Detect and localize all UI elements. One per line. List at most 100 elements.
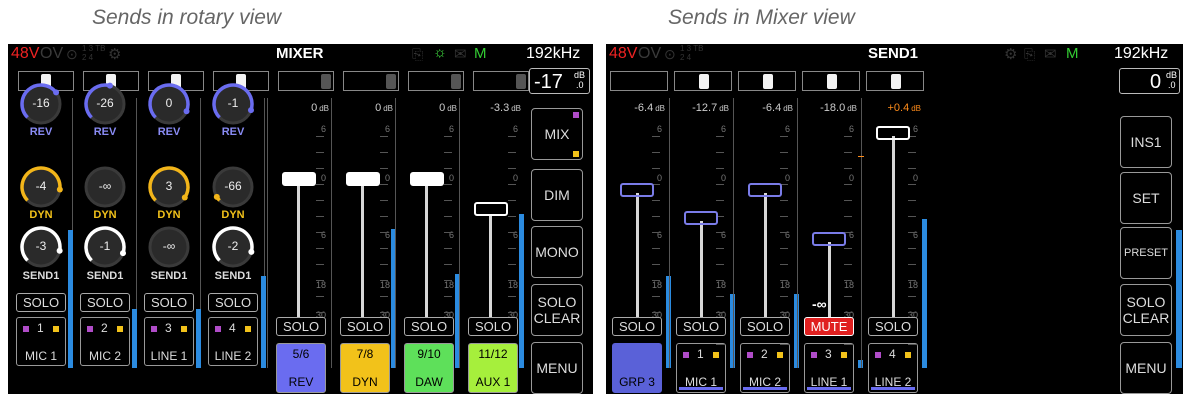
scale-tick — [316, 312, 324, 313]
solo-button-1[interactable]: SOLO — [612, 317, 662, 336]
scale-tick — [908, 184, 916, 185]
scale-tick — [508, 168, 516, 169]
slot-handle — [516, 74, 526, 89]
fader-separator — [861, 98, 862, 368]
channel-label-5[interactable]: 4 LINE 2 — [868, 343, 918, 393]
send-knob-ch2[interactable]: -1 — [81, 223, 129, 271]
solo-button-ch2[interactable]: SOLO — [80, 293, 130, 312]
channel-label-3[interactable]: 2 MIC 2 — [740, 343, 790, 393]
status-bar: 48V OV ⊙ 1 3 TB 2 4 SEND1 ⚙ ⎘ ✉ M 192kHz — [606, 44, 1183, 66]
scale-tick — [316, 200, 324, 201]
scale-tick — [316, 296, 324, 297]
bus-number: 9/10 — [417, 347, 441, 361]
send-knob-ch4[interactable]: -2 — [209, 223, 257, 271]
main-level-display[interactable]: -17 dB .0 — [529, 68, 590, 94]
channel-label-bus1[interactable]: 5/6 REV — [276, 343, 326, 393]
mute-button-4[interactable]: MUTE — [804, 317, 854, 336]
fader-handle-4[interactable] — [474, 202, 508, 216]
channel-name: MIC 2 — [88, 349, 121, 363]
channel-label-bus3[interactable]: 9/10 DAW — [404, 343, 454, 393]
main-level-unit: dB — [1166, 70, 1178, 80]
solo-button-2[interactable]: SOLO — [676, 317, 726, 336]
scale-tick — [780, 312, 788, 313]
scale-tick — [652, 312, 660, 313]
scale-mark: 0 — [512, 173, 518, 183]
dyn-knob-ch2[interactable]: -∞ — [81, 163, 129, 211]
channel-label-ch1[interactable]: 1 MIC 1 — [16, 317, 66, 366]
send-knob-ch3[interactable]: -∞ — [145, 223, 193, 271]
fader-handle-1[interactable] — [282, 172, 316, 186]
channel-label-4[interactable]: 3 LINE 1 — [804, 343, 854, 393]
fader-handle-4[interactable] — [812, 232, 846, 246]
rev-knob-ch3[interactable]: 0 — [145, 80, 193, 128]
fader-slot-6[interactable] — [343, 71, 399, 91]
rev-knob-ch2[interactable]: -26 — [81, 80, 129, 128]
channel-number: 1 — [37, 321, 44, 335]
solo-button-5[interactable]: SOLO — [868, 317, 918, 336]
channel-label-bus2[interactable]: 7/8 DYN — [340, 343, 390, 393]
menu-button[interactable]: MENU — [1120, 342, 1172, 394]
scale-tick — [380, 232, 388, 233]
main-level-display[interactable]: 0 dB .0 — [1119, 68, 1180, 94]
scale-mark: 6 — [656, 124, 662, 134]
fader-db-value: -3.3 — [490, 102, 510, 114]
menu-button[interactable]: MENU — [531, 342, 583, 394]
dyn-knob-ch1[interactable]: -4 — [17, 163, 65, 211]
fader-slot-4[interactable] — [802, 71, 860, 91]
fader-slot-1[interactable] — [610, 71, 668, 91]
set-button[interactable]: SET — [1120, 172, 1172, 224]
scale-tick — [844, 248, 852, 249]
channel-label-bus4[interactable]: 11/12 AUX 1 — [468, 343, 518, 393]
dyn-knob-ch3[interactable]: 3 — [145, 163, 193, 211]
channel-name: LINE 1 — [810, 375, 848, 389]
fader-handle-2[interactable] — [684, 211, 718, 225]
dyn-knob-ch4[interactable]: -66 — [209, 163, 257, 211]
fader-db-readout: 0 dB — [400, 102, 457, 114]
send-knob-ch1[interactable]: -3 — [17, 223, 65, 271]
main-level-value: -17 — [534, 71, 563, 93]
channel-label-ch3[interactable]: 3 LINE 1 — [144, 317, 194, 366]
solo-button-fader1[interactable]: SOLO — [276, 317, 326, 336]
rev-knob-ch1[interactable]: -16 — [17, 80, 65, 128]
solo-button-ch3[interactable]: SOLO — [144, 293, 194, 312]
fader-handle-2[interactable] — [346, 172, 380, 186]
fader-db-value: -6.4 — [634, 102, 654, 114]
channel-label-ch2[interactable]: 2 MIC 2 — [80, 317, 130, 366]
solo-clear-button[interactable]: SOLO CLEAR — [1120, 284, 1172, 336]
channel-label-2[interactable]: 1 MIC 1 — [676, 343, 726, 393]
rev-knob-ch3-value: 0 — [165, 96, 173, 110]
fader-slot-8[interactable] — [473, 71, 529, 91]
fader-slot-5[interactable] — [278, 71, 334, 91]
scale-tick — [844, 168, 852, 169]
mono-button[interactable]: MONO — [531, 226, 583, 278]
channel-label-ch4[interactable]: 4 LINE 2 — [208, 317, 258, 366]
preset-button[interactable]: PRESET — [1120, 227, 1172, 279]
dim-button[interactable]: DIM — [531, 169, 583, 221]
mixer-view-screen: 48V OV ⊙ 1 3 TB 2 4 SEND1 ⚙ ⎘ ✉ M 192kHz… — [606, 44, 1183, 394]
fader-slot-2[interactable] — [674, 71, 732, 91]
fader-slot-5[interactable] — [866, 71, 924, 91]
solo-button-fader3[interactable]: SOLO — [404, 317, 454, 336]
fader-separator — [267, 98, 268, 368]
solo-button-ch1[interactable]: SOLO — [16, 293, 66, 312]
channel-label-1[interactable]: GRP 3 — [612, 343, 662, 393]
fader-handle-5[interactable] — [876, 126, 910, 140]
rev-knob-ch4[interactable]: -1 — [209, 80, 257, 128]
fader-handle-1[interactable] — [620, 183, 654, 197]
fader-handle-3[interactable] — [748, 183, 782, 197]
fader-slot-7[interactable] — [408, 71, 464, 91]
solo-button-fader2[interactable]: SOLO — [340, 317, 390, 336]
solo-button-ch4[interactable]: SOLO — [208, 293, 258, 312]
page-title: MIXER — [276, 45, 324, 62]
solo-button-3[interactable]: SOLO — [740, 317, 790, 336]
solo-clear-button[interactable]: SOLO CLEAR — [531, 284, 583, 336]
fader-track — [828, 242, 831, 324]
scale-tick — [380, 200, 388, 201]
channel-name: LINE 2 — [874, 375, 912, 389]
scale-tick — [508, 264, 516, 265]
fader-slot-3[interactable] — [738, 71, 796, 91]
solo-button-fader4[interactable]: SOLO — [468, 317, 518, 336]
scale-tick — [652, 264, 660, 265]
ins1-button[interactable]: INS1 — [1120, 116, 1172, 168]
fader-handle-3[interactable] — [410, 172, 444, 186]
